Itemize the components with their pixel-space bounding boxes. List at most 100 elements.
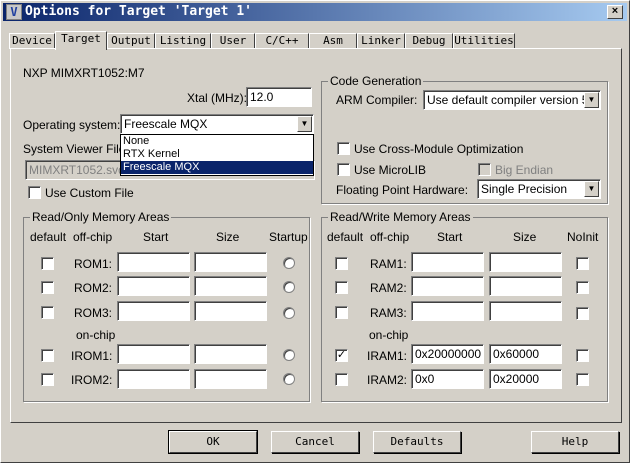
rom1-default-checkbox[interactable] [41,257,54,270]
rom3-size-input[interactable] [194,301,267,321]
ok-button[interactable]: OK [168,430,258,454]
rom3-start-input[interactable] [117,301,190,321]
ram3-noinit-checkbox[interactable] [576,307,589,320]
ram3-start-input[interactable] [411,301,484,321]
rom3-startup-radio[interactable] [283,307,295,319]
help-button[interactable]: Help [531,431,619,453]
rw-header-default: default [327,230,364,244]
iram2-noinit-checkbox[interactable] [576,373,589,386]
rw-header-noinit: NoInit [567,230,599,244]
os-option-freescale-mqx[interactable]: Freescale MQX [121,161,313,174]
ram2-noinit-checkbox[interactable] [576,281,589,294]
irom2-default-checkbox[interactable] [41,373,54,386]
iram2-label: IRAM2: [367,373,408,387]
rom2-label: ROM2: [74,281,113,295]
ro-onchip-label: on-chip [76,328,116,342]
ram2-start-input[interactable] [411,276,484,296]
rom2-startup-radio[interactable] [283,281,295,293]
iram1-label: IRAM1: [367,349,408,363]
tab-user[interactable]: User [211,33,255,49]
ram3-label: RAM3: [370,306,407,320]
cross-module-label: Use Cross-Module Optimization [354,142,524,156]
os-select[interactable]: Freescale MQX ▼ [120,114,314,134]
ram2-size-input[interactable] [489,276,562,296]
iram1-start-input[interactable]: 0x20000000 [411,344,484,364]
device-name: NXP MIMXRT1052:M7 [23,66,145,80]
chevron-down-icon[interactable]: ▼ [584,181,599,197]
rom1-label: ROM1: [74,257,113,271]
microlib-checkbox[interactable] [337,163,350,176]
tab-device[interactable]: Device [9,33,55,49]
chevron-down-icon[interactable]: ▼ [297,116,312,132]
tab-debug[interactable]: Debug [405,33,453,49]
ram1-default-checkbox[interactable] [335,257,348,270]
rom2-size-input[interactable] [194,276,267,296]
use-custom-file-label: Use Custom File [45,186,134,200]
iram1-size-input[interactable]: 0x60000 [489,344,562,364]
tab-c-cpp[interactable]: C/C++ [255,33,309,49]
tab-output[interactable]: Output [107,33,155,49]
rom1-start-input[interactable] [117,252,190,272]
irom1-size-input[interactable] [194,344,267,364]
ro-header-start: Start [143,230,169,244]
rom3-default-checkbox[interactable] [41,306,54,319]
defaults-button[interactable]: Defaults [373,431,461,453]
rw-header-start: Start [437,230,463,244]
iram1-noinit-checkbox[interactable] [576,349,589,362]
irom2-label: IROM2: [71,373,113,387]
cross-module-checkbox[interactable] [337,142,350,155]
keil-app-icon: V [6,4,22,20]
arm-compiler-select[interactable]: Use default compiler version 5 ▼ [423,90,601,110]
irom1-startup-radio[interactable] [283,349,295,361]
rom1-size-input[interactable] [194,252,267,272]
arm-compiler-label: ARM Compiler: [336,93,418,107]
tab-linker[interactable]: Linker [357,33,405,49]
iram2-size-input[interactable]: 0x20000 [489,369,562,389]
os-option-none[interactable]: None [121,135,313,148]
irom2-startup-radio[interactable] [283,373,295,385]
irom2-start-input[interactable] [117,369,190,389]
code-generation-title: Code Generation [328,74,424,88]
tab-listing[interactable]: Listing [155,33,211,49]
rom2-start-input[interactable] [117,276,190,296]
irom1-default-checkbox[interactable] [41,349,54,362]
ro-header-offchip: off-chip [73,230,113,244]
rom2-default-checkbox[interactable] [41,281,54,294]
os-option-rtx[interactable]: RTX Kernel [121,148,313,161]
title-bar[interactable]: V Options for Target 'Target 1' × [3,3,627,21]
os-select-value: Freescale MQX [124,117,208,131]
xtal-input[interactable]: 12.0 [246,87,312,107]
tab-target[interactable]: Target [55,31,107,50]
use-custom-file-checkbox[interactable] [28,186,41,199]
iram2-start-input[interactable]: 0x0 [411,369,484,389]
chevron-down-icon[interactable]: ▼ [584,92,599,108]
ram3-default-checkbox[interactable] [335,306,348,319]
rw-header-size: Size [513,230,537,244]
irom1-start-input[interactable] [117,344,190,364]
ram1-label: RAM1: [370,257,407,271]
ram2-default-checkbox[interactable] [335,281,348,294]
iram2-default-checkbox[interactable] [335,373,348,386]
svf-label: System Viewer File: [23,142,129,156]
xtal-label: Xtal (MHz): [187,91,247,105]
ram1-size-input[interactable] [489,252,562,272]
iram1-default-checkbox[interactable]: ✓ [335,349,348,362]
ro-header-size: Size [216,230,240,244]
rw-memory-title: Read/Write Memory Areas [328,210,473,224]
ram1-start-input[interactable] [411,252,484,272]
cancel-button[interactable]: Cancel [271,431,359,453]
rom1-startup-radio[interactable] [283,257,295,269]
ram3-size-input[interactable] [489,301,562,321]
window-title: Options for Target 'Target 1' [25,4,252,19]
close-button[interactable]: × [607,5,623,19]
tab-asm[interactable]: Asm [309,33,357,49]
irom1-label: IROM1: [71,349,113,363]
big-endian-checkbox[interactable] [478,163,491,176]
fp-hardware-select[interactable]: Single Precision ▼ [477,179,601,199]
ram2-label: RAM2: [370,281,407,295]
tab-utilities[interactable]: Utilities [453,33,515,49]
ro-memory-title: Read/Only Memory Areas [30,210,172,224]
irom2-size-input[interactable] [194,369,267,389]
rom3-label: ROM3: [74,306,113,320]
ram1-noinit-checkbox[interactable] [576,257,589,270]
